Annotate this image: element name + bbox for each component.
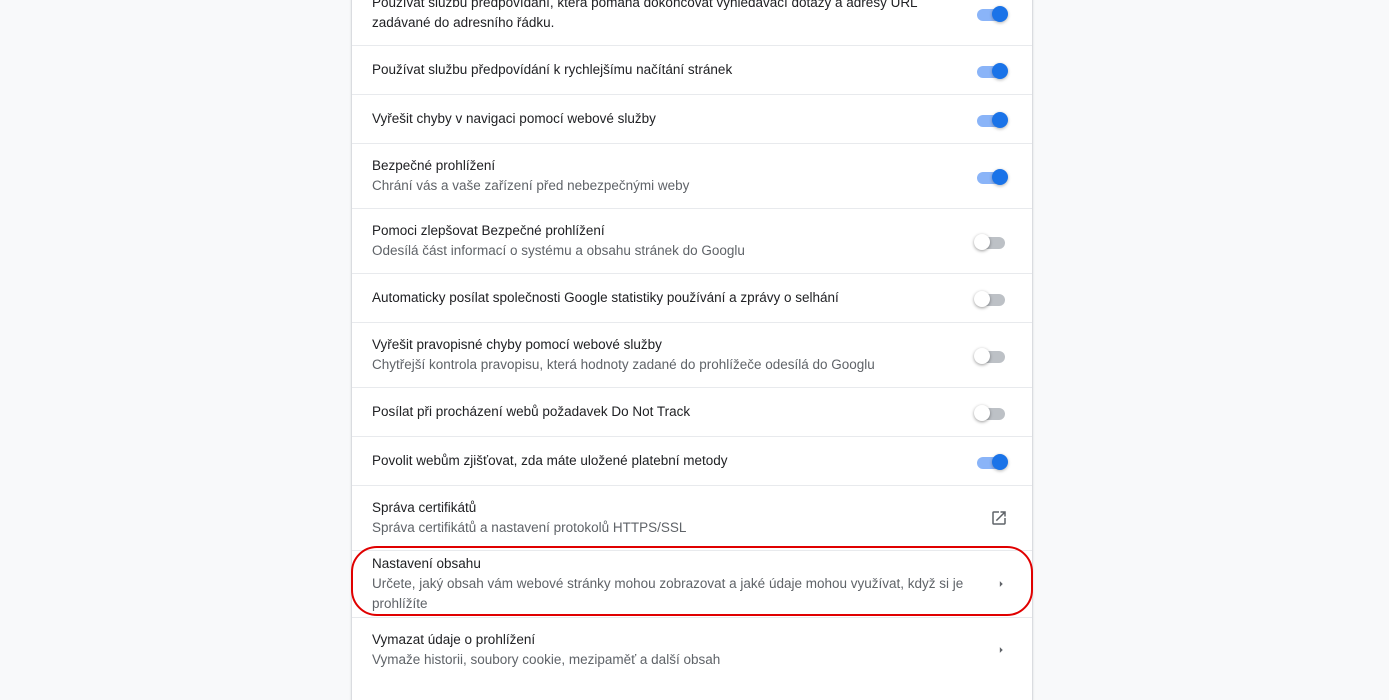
setting-do-not-track: Posílat při procházení webů požadavek Do… (352, 387, 1032, 436)
toggle-switch[interactable] (974, 109, 1008, 129)
setting-control (968, 402, 1008, 422)
toggle-switch[interactable] (974, 288, 1008, 308)
setting-description: Chytřejší kontrola pravopisu, která hodn… (372, 357, 875, 372)
setting-control (968, 577, 1008, 591)
setting-text: Vymazat údaje o prohlížení Vymaže histori… (372, 630, 968, 670)
setting-label: Vymazat údaje o prohlížení (372, 632, 536, 647)
setting-label: Pomoci zlepšovat Bezpečné prohlížení (372, 223, 605, 238)
setting-clear-browsing-data[interactable]: Vymazat údaje o prohlížení Vymaže histori… (352, 617, 1032, 682)
setting-label: Bezpečné prohlížení (372, 158, 496, 173)
setting-text: Nastavení obsahu Určete, jaký obsah vám w… (372, 554, 968, 614)
setting-safe-browsing: Bezpečné prohlížení Chrání vás a vaše zař… (352, 143, 1032, 208)
arrow-right-icon[interactable] (994, 643, 1008, 657)
toggle-switch[interactable] (974, 402, 1008, 422)
toggle-knob (992, 63, 1008, 79)
setting-description: Odesílá část informací o systému a obsah… (372, 243, 745, 258)
setting-label: Používat službu předpovídání, která pomá… (372, 0, 918, 30)
setting-control (968, 3, 1008, 23)
setting-usage-stats: Automaticky posílat společnosti Google s… (352, 273, 1032, 322)
setting-text: Pomoci zlepšovat Bezpečné prohlížení Odes… (372, 221, 968, 261)
toggle-switch[interactable] (974, 60, 1008, 80)
setting-control (968, 288, 1008, 308)
toggle-switch[interactable] (974, 451, 1008, 471)
setting-preload-pages: Používat službu předpovídání k rychlejší… (352, 45, 1032, 94)
toggle-knob (974, 405, 990, 421)
setting-control (968, 643, 1008, 657)
setting-label: Vyřešit chyby v navigaci pomocí webové s… (372, 111, 656, 126)
setting-manage-certificates[interactable]: Správa certifikátů Správa certifikátů a n… (352, 485, 1032, 550)
setting-label: Automaticky posílat společnosti Google s… (372, 290, 839, 305)
setting-text: Vyřešit chyby v navigaci pomocí webové s… (372, 109, 968, 129)
setting-improve-safe-browsing: Pomoci zlepšovat Bezpečné prohlížení Odes… (352, 208, 1032, 273)
toggle-knob (992, 169, 1008, 185)
setting-control (968, 60, 1008, 80)
setting-control (968, 345, 1008, 365)
setting-spelling-service: Vyřešit pravopisné chyby pomocí webové s… (352, 322, 1032, 387)
toggle-knob (974, 348, 990, 364)
toggle-knob (992, 5, 1008, 22)
external-link-icon[interactable] (990, 509, 1008, 527)
setting-label: Správa certifikátů (372, 500, 477, 515)
toggle-knob (974, 291, 990, 307)
setting-label: Posílat při procházení webů požadavek Do… (372, 404, 691, 419)
setting-text: Používat službu předpovídání k rychlejší… (372, 60, 968, 80)
setting-control (968, 451, 1008, 471)
setting-description: Určete, jaký obsah vám webové stránky mo… (372, 576, 964, 611)
setting-text: Vyřešit pravopisné chyby pomocí webové s… (372, 335, 968, 375)
setting-control (968, 231, 1008, 251)
toggle-switch[interactable] (974, 3, 1008, 23)
setting-search-suggestions: Používat službu předpovídání, která pomá… (352, 0, 1032, 45)
setting-text: Bezpečné prohlížení Chrání vás a vaše zař… (372, 156, 968, 196)
setting-text: Automaticky posílat společnosti Google s… (372, 288, 968, 308)
setting-content-settings[interactable]: Nastavení obsahu Určete, jaký obsah vám w… (352, 550, 1032, 617)
setting-text: Správa certifikátů Správa certifikátů a n… (372, 498, 968, 538)
setting-control (968, 166, 1008, 186)
setting-control (968, 509, 1008, 527)
setting-label: Povolit webům zjišťovat, zda máte uložen… (372, 453, 728, 468)
setting-payment-methods: Povolit webům zjišťovat, zda máte uložen… (352, 436, 1032, 485)
setting-control (968, 109, 1008, 129)
setting-text: Povolit webům zjišťovat, zda máte uložen… (372, 451, 968, 471)
setting-label: Nastavení obsahu (372, 556, 481, 571)
toggle-knob (992, 454, 1008, 470)
toggle-knob (974, 234, 990, 250)
toggle-switch[interactable] (974, 166, 1008, 186)
setting-description: Vymaže historii, soubory cookie, mezipam… (372, 652, 721, 667)
toggle-switch[interactable] (974, 345, 1008, 365)
setting-label: Používat službu předpovídání k rychlejší… (372, 62, 733, 77)
settings-card: Používat službu předpovídání, která pomá… (351, 0, 1033, 700)
toggle-switch[interactable] (974, 231, 1008, 251)
setting-navigation-errors: Vyřešit chyby v navigaci pomocí webové s… (352, 94, 1032, 143)
setting-description: Správa certifikátů a nastavení protokolů… (372, 520, 687, 535)
setting-text: Posílat při procházení webů požadavek Do… (372, 402, 968, 422)
setting-text: Používat službu předpovídání, která pomá… (372, 0, 968, 33)
toggle-knob (992, 112, 1008, 128)
arrow-right-icon[interactable] (994, 577, 1008, 591)
setting-description: Chrání vás a vaše zařízení před nebezpeč… (372, 178, 690, 193)
setting-label: Vyřešit pravopisné chyby pomocí webové s… (372, 337, 662, 352)
